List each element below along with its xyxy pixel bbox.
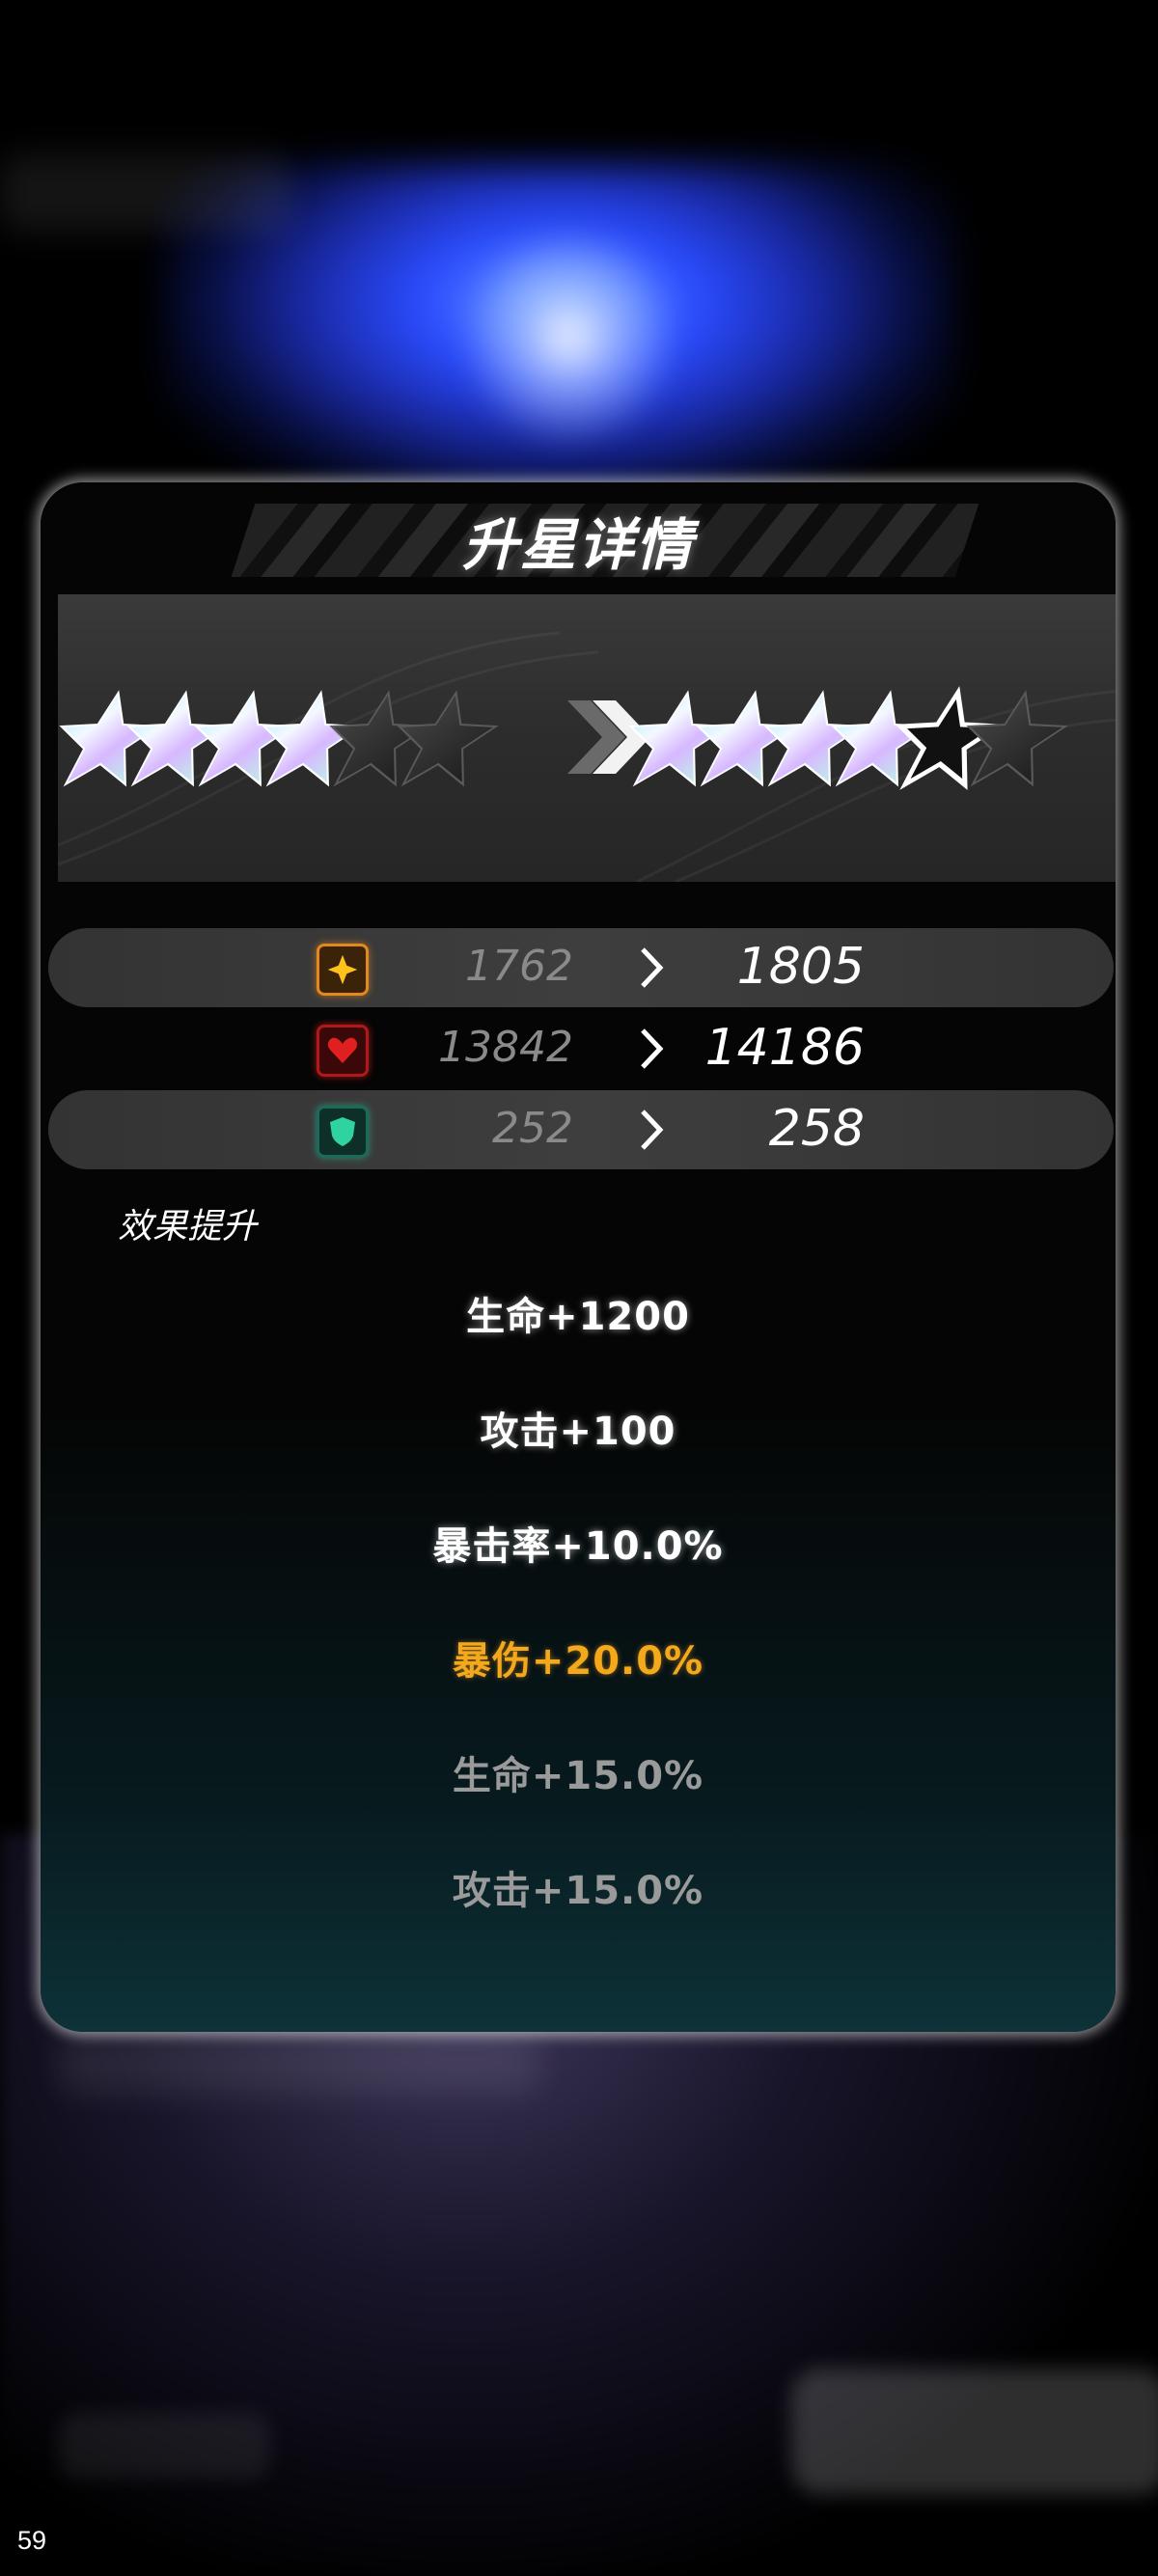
background-confirm-button [791, 2369, 1158, 2494]
background-left-button [58, 2412, 270, 2480]
effects-section-label: 效果提升 [118, 1207, 258, 1247]
stat-old-value: 252 [492, 1104, 573, 1153]
star-comparison-graphic [58, 631, 1116, 882]
background-emblem-core [454, 232, 685, 444]
effect-item: 生命+15.0% [452, 1754, 704, 1798]
star-upgrade-panel: 升星详情 1762 1805 13842 14186 252 258 效果提升 … [41, 482, 1116, 2032]
background-blur-text [0, 154, 290, 232]
stat-row-attack: 1762 1805 [48, 928, 1114, 1007]
stat-new-value: 1805 [736, 938, 865, 996]
effect-item: 暴击率+10.0% [432, 1524, 724, 1569]
stat-new-value: 258 [768, 1100, 865, 1158]
effect-item: 攻击+100 [480, 1410, 676, 1454]
effect-item: 攻击+15.0% [452, 1869, 704, 1913]
stat-old-value: 1762 [465, 942, 573, 991]
stat-row-defense: 252 258 [48, 1090, 1114, 1169]
upgrade-arrow-icon [567, 700, 650, 774]
stat-row-hp: 13842 14186 [48, 1009, 1114, 1088]
stat-new-value: 14186 [704, 1019, 865, 1077]
star-comparison [58, 594, 1116, 882]
effect-item: 暴伤+20.0% [452, 1639, 704, 1684]
next-stars [615, 693, 1075, 784]
background-blur-text-2 [58, 2036, 540, 2094]
fps-counter: 59 [17, 2526, 47, 2555]
title-band: 升星详情 [41, 482, 1116, 598]
current-stars [58, 691, 506, 786]
effect-item: 生命+1200 [466, 1295, 690, 1339]
stat-old-value: 13842 [438, 1023, 573, 1072]
panel-title: 升星详情 [461, 512, 694, 578]
